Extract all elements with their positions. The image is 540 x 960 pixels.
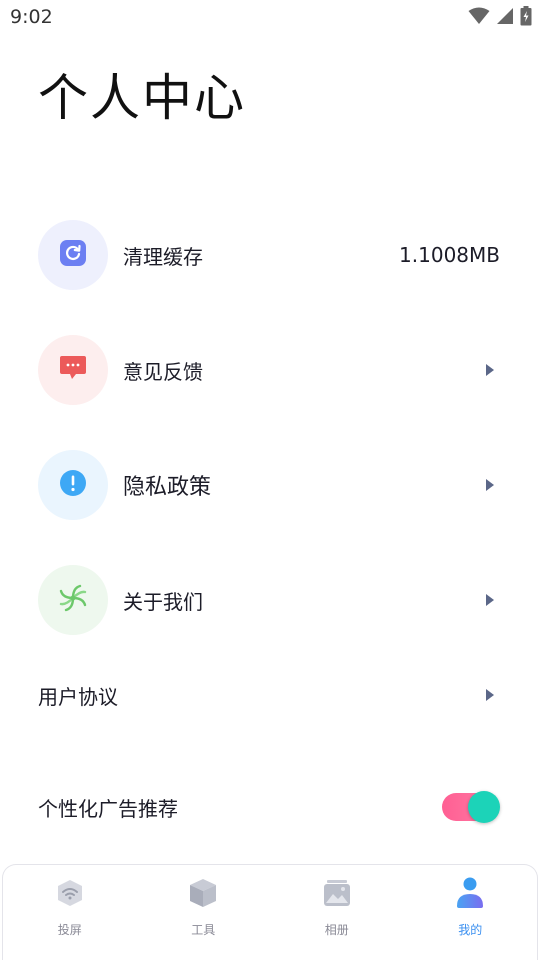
- status-icons: [468, 6, 532, 30]
- about-icon-circle: [38, 565, 108, 635]
- about-us-row[interactable]: 关于我们: [38, 565, 500, 635]
- info-icon: [59, 469, 87, 501]
- nav-label: 我的: [458, 923, 483, 937]
- nav-item-me[interactable]: 我的: [404, 865, 538, 960]
- battery-charging-icon: [520, 6, 532, 30]
- feedback-icon-circle: [38, 335, 108, 405]
- wifi-icon: [468, 7, 490, 29]
- bottom-nav: 投屏 工具 相册 我的: [2, 864, 538, 960]
- personalized-ads-label: 个性化广告推荐: [38, 796, 178, 821]
- cache-size-value: 1.1008MB: [399, 243, 500, 267]
- user-icon: [454, 875, 486, 911]
- about-us-label: 关于我们: [123, 589, 203, 614]
- feedback-label: 意见反馈: [123, 359, 203, 384]
- status-time: 9:02: [10, 6, 53, 28]
- chevron-right-icon: [480, 590, 500, 610]
- photo-album-icon: [321, 875, 353, 911]
- clear-cache-icon-circle: [38, 220, 108, 290]
- nav-item-tools[interactable]: 工具: [137, 865, 271, 960]
- privacy-policy-row[interactable]: 隐私政策: [38, 450, 500, 520]
- chevron-right-icon: [480, 475, 500, 495]
- privacy-policy-label: 隐私政策: [123, 475, 212, 500]
- clear-cache-row[interactable]: 清理缓存 1.1008MB: [38, 220, 500, 290]
- page-title: 个人中心: [38, 69, 246, 127]
- nav-label: 工具: [191, 923, 216, 937]
- chat-bubble-icon: [59, 354, 87, 386]
- nav-item-album[interactable]: 相册: [270, 865, 404, 960]
- privacy-icon-circle: [38, 450, 108, 520]
- nav-label: 相册: [324, 923, 349, 937]
- refresh-icon: [60, 240, 86, 270]
- personalized-ads-row: 个性化广告推荐: [38, 787, 500, 827]
- toggle-knob: [468, 791, 500, 823]
- toolbox-icon: [187, 875, 219, 911]
- nav-label: 投屏: [57, 923, 82, 937]
- feedback-row[interactable]: 意见反馈: [38, 335, 500, 405]
- swirl-logo-icon: [58, 583, 88, 617]
- user-agreement-label: 用户协议: [38, 684, 118, 709]
- chevron-right-icon: [480, 360, 500, 380]
- status-bar: 9:02: [0, 0, 540, 38]
- cast-wifi-icon: [54, 875, 86, 911]
- clear-cache-label: 清理缓存: [123, 244, 203, 269]
- user-agreement-row[interactable]: 用户协议: [38, 675, 500, 715]
- nav-item-cast[interactable]: 投屏: [3, 865, 137, 960]
- chevron-right-icon: [480, 685, 500, 705]
- personalized-ads-toggle[interactable]: [442, 791, 500, 823]
- cell-signal-icon: [496, 7, 514, 29]
